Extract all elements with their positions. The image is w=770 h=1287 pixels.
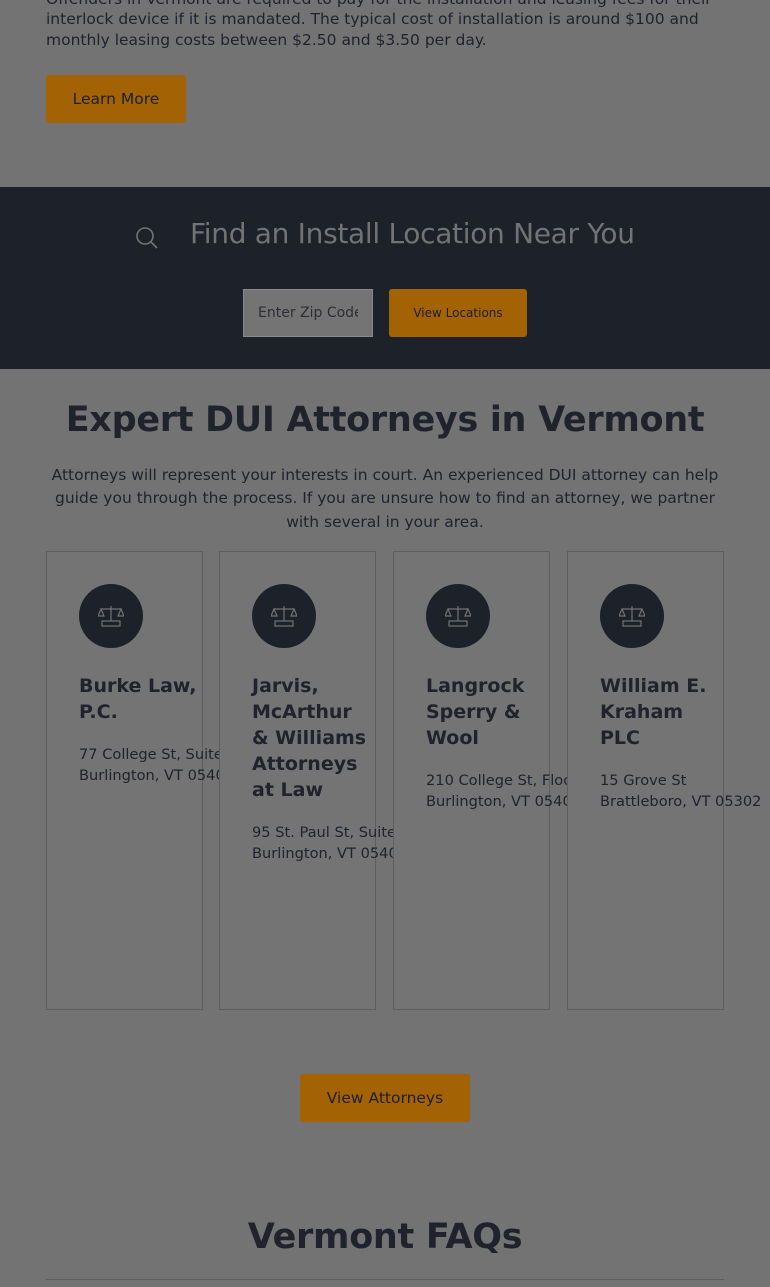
attorney-address: 95 St. Paul St, Suite 200 Burlington, VT… [252, 823, 429, 864]
address-line: Burlington, VT 05401 [79, 766, 235, 784]
address-line: Burlington, VT 05402 [426, 792, 582, 810]
learn-more-button[interactable]: Learn More [46, 75, 186, 123]
scales-of-justice-icon [600, 584, 664, 648]
attorneys-title: Expert DUI Attorneys in Vermont [65, 400, 705, 440]
attorney-card: Burke Law, P.C. 77 College St, Suite 2A … [46, 551, 247, 1010]
attorney-card: William E. Kraham PLC 15 Grove St Brattl… [567, 551, 762, 1010]
attorney-card: Langrock Sperry & Wool 210 College St, F… [393, 551, 593, 1010]
faq-title: Vermont FAQs [247, 1217, 523, 1257]
faq-divider [46, 1279, 724, 1280]
locator-title: Find an Install Location Near You [190, 217, 635, 250]
zip-code-input[interactable] [243, 289, 373, 337]
attorney-name: William E. Kraham PLC [600, 675, 707, 749]
attorney-address: 210 College St, Floor 4 Burlington, VT 0… [426, 771, 593, 812]
view-attorneys-button[interactable]: View Attorneys [300, 1074, 470, 1122]
install-locator-section [0, 187, 770, 369]
attorney-address: 77 College St, Suite 2A Burlington, VT 0… [79, 745, 247, 786]
attorney-name: Burke Law, P.C. [79, 675, 197, 723]
attorney-address: 15 Grove St Brattleboro, VT 05302 [600, 771, 762, 812]
attorney-name: Jarvis, McArthur & Williams Attorneys at… [252, 675, 367, 801]
address-line: Brattleboro, VT 05302 [600, 792, 762, 810]
intro-paragraph: Offenders in Vermont are required to pay… [46, 0, 712, 49]
address-line: 210 College St, Floor 4 [426, 772, 593, 789]
address-line: 15 Grove St [600, 772, 687, 789]
scales-of-justice-icon [252, 584, 316, 648]
attorney-name: Langrock Sperry & Wool [426, 675, 525, 749]
scales-of-justice-icon [426, 584, 490, 648]
address-line: 77 College St, Suite 2A [79, 746, 247, 763]
scales-of-justice-icon [79, 584, 143, 648]
view-locations-button[interactable]: View Locations [389, 289, 527, 337]
search-icon [135, 226, 159, 254]
attorneys-description: Attorneys will represent your interests … [51, 466, 719, 531]
address-line: Burlington, VT 05401 [252, 844, 408, 862]
attorney-card: Jarvis, McArthur & Williams Attorneys at… [219, 551, 429, 1010]
address-line: 95 St. Paul St, Suite 200 [252, 824, 429, 841]
